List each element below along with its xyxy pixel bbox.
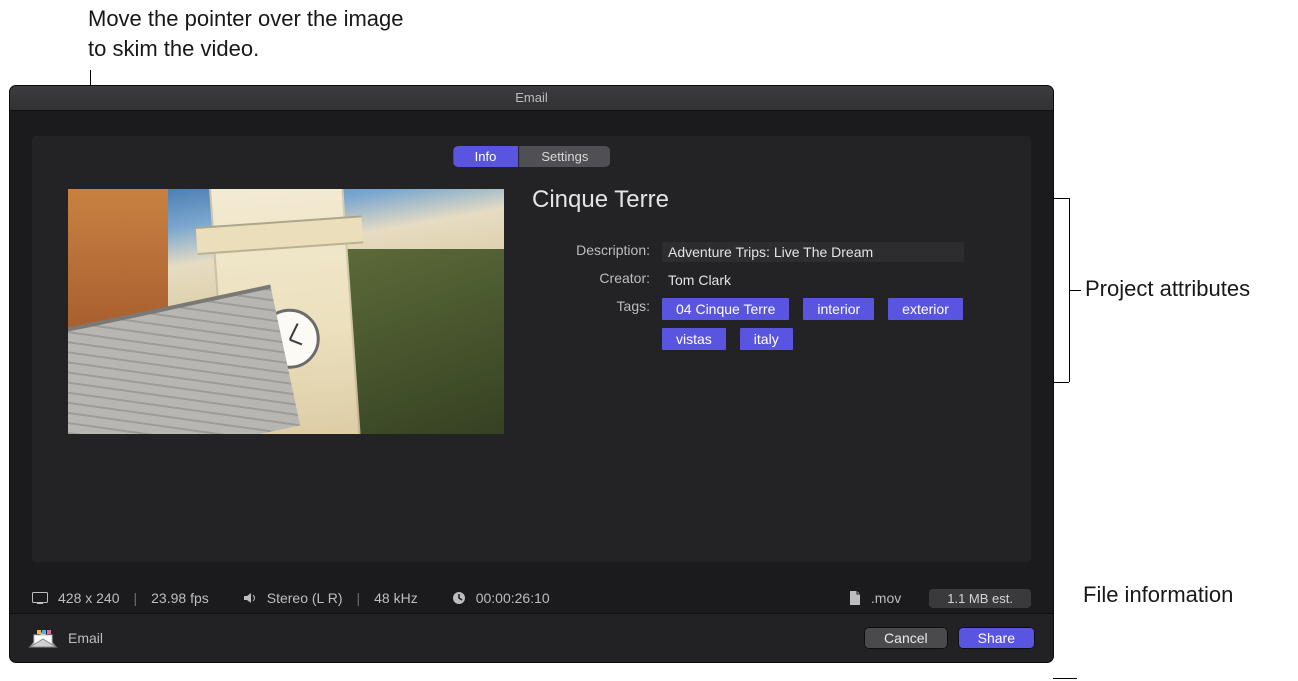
- share-button[interactable]: Share: [958, 627, 1035, 649]
- label-description: Description:: [532, 242, 662, 258]
- callout-attributes: Project attributes: [1085, 274, 1285, 304]
- destination-label: Email: [68, 630, 103, 646]
- callout-fileinfo: File information: [1083, 580, 1233, 610]
- label-tags: Tags:: [532, 298, 662, 314]
- bracket-attr-bot: [1053, 382, 1069, 383]
- window-titlebar: Email: [10, 86, 1053, 111]
- share-dialog: Email Info Settings Cinque Terre Descrip…: [10, 86, 1053, 662]
- ext-value: .mov: [871, 590, 901, 606]
- tab-settings[interactable]: Settings: [519, 146, 610, 167]
- resolution-value: 428 x 240: [58, 590, 120, 606]
- tags-field[interactable]: 04 Cinque Terre interior exterior vistas…: [662, 298, 982, 350]
- window-title: Email: [515, 90, 548, 105]
- bracket-attr-top: [1053, 198, 1069, 199]
- display-icon: [32, 592, 48, 604]
- project-attributes: Cinque Terre Description: Adventure Trip…: [532, 186, 1001, 358]
- description-field[interactable]: Adventure Trips: Live The Dream: [662, 242, 964, 262]
- tag-chip[interactable]: 04 Cinque Terre: [662, 298, 789, 320]
- tag-chip[interactable]: vistas: [662, 328, 726, 350]
- tabs: Info Settings: [453, 146, 611, 167]
- separator: |: [352, 590, 364, 606]
- content-area: Info Settings Cinque Terre Description: …: [32, 136, 1031, 562]
- callout-skim: Move the pointer over the image to skim …: [88, 4, 408, 63]
- video-thumbnail[interactable]: [68, 189, 504, 434]
- clock-icon: [452, 591, 466, 605]
- duration-value: 00:00:26:10: [476, 590, 550, 606]
- fileinfo-bar: 428 x 240 | 23.98 fps Stereo (L R) | 48 …: [10, 582, 1053, 614]
- filesize-button[interactable]: 1.1 MB est.: [929, 589, 1031, 608]
- fps-value: 23.98 fps: [151, 590, 209, 606]
- audio-value: Stereo (L R): [267, 590, 343, 606]
- tab-info-label: Info: [475, 149, 497, 164]
- samplerate-value: 48 kHz: [374, 590, 418, 606]
- tag-chip[interactable]: exterior: [888, 298, 963, 320]
- file-icon: [849, 591, 861, 605]
- email-icon: [28, 627, 58, 649]
- separator: |: [130, 590, 142, 606]
- tab-settings-label: Settings: [541, 149, 588, 164]
- label-creator: Creator:: [532, 270, 662, 286]
- tag-chip[interactable]: interior: [803, 298, 874, 320]
- bracket-attr-mid: [1069, 290, 1081, 291]
- tag-chip[interactable]: italy: [740, 328, 793, 350]
- dialog-footer: Email Cancel Share: [10, 613, 1053, 662]
- creator-field[interactable]: Tom Clark: [662, 270, 964, 290]
- callout-attributes-text: Project attributes: [1085, 276, 1250, 301]
- row-description: Description: Adventure Trips: Live The D…: [532, 242, 1001, 262]
- callout-skim-text: Move the pointer over the image to skim …: [88, 6, 404, 61]
- callout-fileinfo-line: [1053, 678, 1077, 679]
- speaker-icon: [243, 592, 257, 604]
- project-title: Cinque Terre: [532, 186, 1001, 214]
- row-creator: Creator: Tom Clark: [532, 270, 1001, 290]
- tab-info[interactable]: Info: [453, 146, 520, 167]
- callout-fileinfo-text: File information: [1083, 582, 1233, 607]
- cancel-button[interactable]: Cancel: [864, 627, 948, 649]
- row-tags: Tags: 04 Cinque Terre interior exterior …: [532, 298, 1001, 350]
